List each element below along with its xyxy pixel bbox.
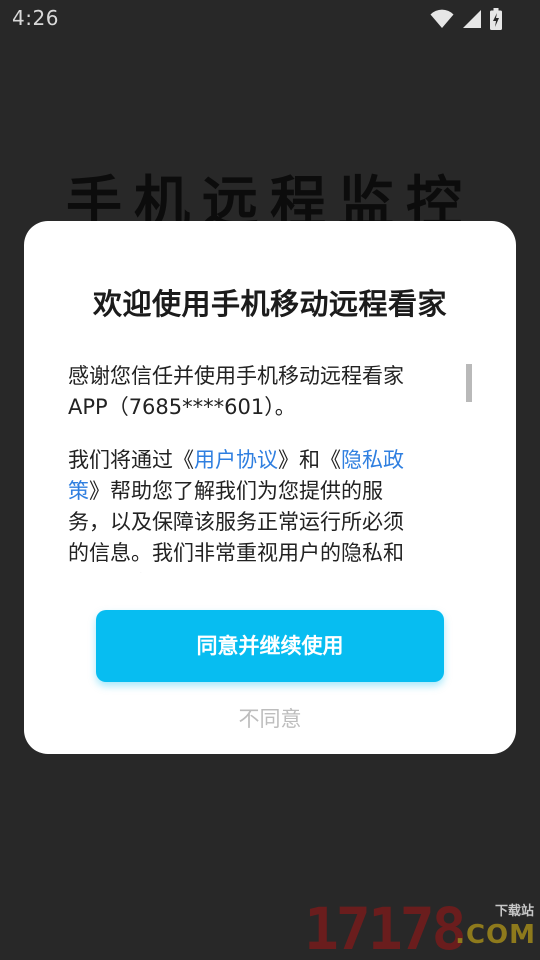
scrollbar-thumb[interactable]: [466, 364, 472, 402]
user-agreement-link[interactable]: 用户协议: [194, 448, 278, 472]
wifi-icon: [430, 9, 454, 28]
watermark-domain: .COM: [455, 920, 536, 950]
disagree-button[interactable]: 不同意: [24, 703, 516, 733]
status-bar: 4:26: [0, 0, 540, 38]
agreement-text-middle: 》和《: [278, 448, 341, 472]
battery-charging-icon: [490, 8, 502, 30]
agreement-text-prefix: 我们将通过《: [68, 448, 194, 472]
agree-continue-button[interactable]: 同意并继续使用: [96, 610, 444, 682]
status-icons: [430, 8, 502, 30]
watermark-subtitle: 下载站: [494, 904, 534, 919]
signal-icon: [463, 10, 481, 28]
intro-paragraph: 感谢您信任并使用手机移动远程看家APP（7685****601）。: [68, 364, 404, 419]
watermark-number: 17178: [304, 895, 467, 960]
agreement-text-suffix: 》帮助您了解我们为您提供的服务，以及保障该服务正常运行所必须的信息。我们非常重视…: [68, 479, 404, 573]
dialog-title: 欢迎使用手机移动远程看家: [92, 287, 447, 321]
dialog-body[interactable]: 感谢您信任并使用手机移动远程看家APP（7685****601）。 我们将通过《…: [68, 361, 424, 573]
privacy-dialog: 欢迎使用手机移动远程看家 感谢您信任并使用手机移动远程看家APP（7685***…: [24, 221, 516, 754]
site-watermark-logo: 17178 下载站 .COM: [304, 898, 536, 960]
agree-button-label: 同意并继续使用: [196, 634, 344, 658]
status-time: 4:26: [12, 6, 59, 30]
agreement-paragraph: 我们将通过《用户协议》和《隐私政策》帮助您了解我们为您提供的服务，以及保障该服务…: [68, 445, 424, 573]
